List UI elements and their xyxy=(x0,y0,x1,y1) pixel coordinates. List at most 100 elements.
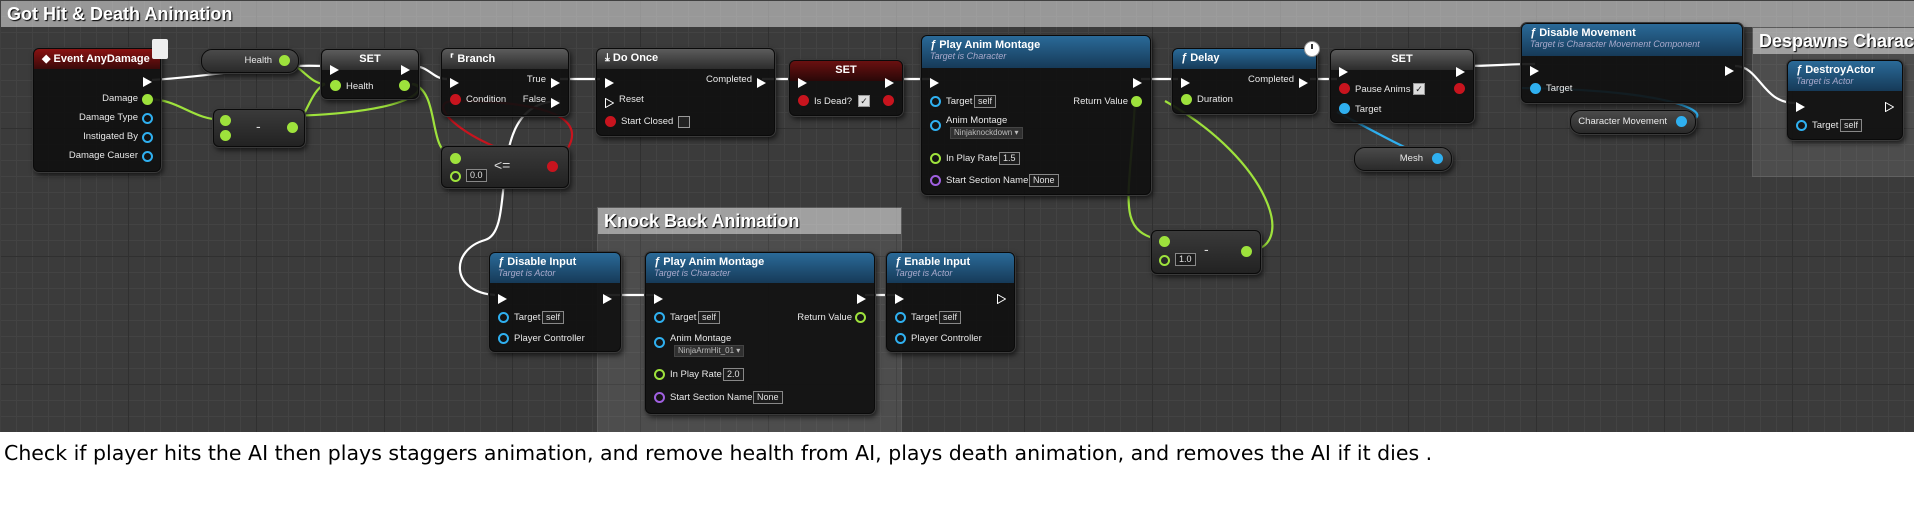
subtract-b-pin[interactable] xyxy=(220,130,231,141)
montage-dropdown[interactable]: Ninjaknockdown ▾ xyxy=(950,127,1023,139)
disable-input-node[interactable]: ƒ Disable Input Target is Actor Target se… xyxy=(489,252,621,352)
do-once-node[interactable]: ⤓ Do Once Completed Reset Start Closed xyxy=(596,48,775,136)
subtract-a-pin[interactable] xyxy=(220,115,231,126)
branch-node[interactable]: ⸢ Branch True Condition False xyxy=(441,48,569,116)
pause-anims-out-pin[interactable] xyxy=(1454,83,1465,94)
damage-pin[interactable] xyxy=(142,94,153,105)
start-closed-checkbox[interactable] xyxy=(678,116,690,128)
lte-out-pin[interactable] xyxy=(547,161,558,172)
mesh-out-pin[interactable] xyxy=(1432,153,1443,164)
character-movement-node[interactable]: Character Movement xyxy=(1570,110,1696,134)
montage-dropdown[interactable]: NinjaArmHit_01 ▾ xyxy=(674,345,745,357)
play-rate-box[interactable]: 2.0 xyxy=(723,368,744,381)
disable-movement-node[interactable]: ƒ Disable Movement Target is Character Mo… xyxy=(1521,23,1743,103)
pause-anims-checkbox[interactable]: ✓ xyxy=(1413,83,1425,95)
set-pause-anims-node[interactable]: SET Pause Anims ✓ Target xyxy=(1330,49,1474,123)
target-self-box[interactable]: self xyxy=(1840,119,1863,132)
completed-exec-pin[interactable] xyxy=(757,75,766,88)
play-montage-knockback-node[interactable]: ƒ Play Anim Montage Target is Character T… xyxy=(645,252,875,414)
subtract-b-pin[interactable] xyxy=(1159,255,1170,266)
exec-in-pin[interactable] xyxy=(654,291,663,304)
duration-pin[interactable] xyxy=(1181,94,1192,105)
start-section-box[interactable]: None xyxy=(1029,174,1059,187)
event-any-damage-node[interactable]: ◆ Event AnyDamage Damage Damage Type Ins… xyxy=(33,39,168,172)
target-pin[interactable] xyxy=(930,96,941,107)
exec-out-pin[interactable] xyxy=(885,75,894,88)
subtract-out-pin[interactable] xyxy=(1241,246,1252,257)
character-movement-out-pin[interactable] xyxy=(1676,116,1687,127)
play-rate-pin[interactable] xyxy=(930,153,941,164)
target-self-box[interactable]: self xyxy=(974,95,997,108)
start-section-box[interactable]: None xyxy=(753,391,783,404)
lte-value-box[interactable]: 0.0 xyxy=(466,169,487,182)
start-closed-pin[interactable] xyxy=(605,116,616,127)
exec-in-pin[interactable] xyxy=(450,75,459,88)
target-self-box[interactable]: self xyxy=(542,311,565,324)
destroy-actor-node[interactable]: ƒ DestroyActor Target is Actor Target sel… xyxy=(1787,60,1903,140)
lte-a-pin[interactable] xyxy=(450,153,461,164)
subtract-node[interactable]: - xyxy=(213,109,305,147)
is-dead-out-pin[interactable] xyxy=(883,95,894,106)
exec-in-pin[interactable] xyxy=(1796,99,1805,112)
set-is-dead-node[interactable]: SET Is Dead? ✓ xyxy=(789,60,903,116)
subtract-one-node[interactable]: 1.0 - xyxy=(1151,230,1261,274)
reset-exec-pin[interactable] xyxy=(605,95,615,109)
exec-out-pin[interactable] xyxy=(1133,75,1142,88)
damage-causer-pin[interactable] xyxy=(142,151,153,162)
play-rate-pin[interactable] xyxy=(654,369,665,380)
mesh-node[interactable]: Mesh xyxy=(1354,147,1452,171)
target-pin[interactable] xyxy=(654,312,665,323)
subtract-value-box[interactable]: 1.0 xyxy=(1175,253,1196,266)
target-pin[interactable] xyxy=(1339,103,1350,114)
play-montage-death-node[interactable]: ƒ Play Anim Montage Target is Character T… xyxy=(921,35,1151,195)
exec-in-pin[interactable] xyxy=(330,62,339,75)
target-pin[interactable] xyxy=(1530,83,1541,94)
exec-out-pin[interactable] xyxy=(1725,63,1734,76)
exec-in-pin[interactable] xyxy=(1339,64,1348,77)
delay-node[interactable]: ƒ Delay Completed Duration xyxy=(1172,41,1320,114)
return-value-pin[interactable] xyxy=(855,312,866,323)
exec-out-pin[interactable] xyxy=(857,291,866,304)
return-value-pin[interactable] xyxy=(1131,96,1142,107)
exec-in-pin[interactable] xyxy=(798,75,807,88)
less-equal-node[interactable]: 0.0 <= xyxy=(441,146,569,188)
health-out-pin[interactable] xyxy=(399,80,410,91)
is-dead-in-pin[interactable] xyxy=(798,95,809,106)
subtract-out-pin[interactable] xyxy=(287,122,298,133)
exec-in-pin[interactable] xyxy=(1181,75,1190,88)
pause-anims-pin[interactable] xyxy=(1339,83,1350,94)
lte-b-pin[interactable] xyxy=(450,171,461,182)
condition-pin[interactable] xyxy=(450,94,461,105)
instigated-by-pin[interactable] xyxy=(142,132,153,143)
target-pin[interactable] xyxy=(1796,120,1807,131)
target-pin[interactable] xyxy=(498,312,509,323)
enable-input-node[interactable]: ƒ Enable Input Target is Actor Target sel… xyxy=(886,252,1015,352)
is-dead-checkbox[interactable]: ✓ xyxy=(858,95,870,107)
player-controller-pin[interactable] xyxy=(895,333,906,344)
exec-in-pin[interactable] xyxy=(605,75,614,88)
exec-out-pin[interactable] xyxy=(1456,64,1465,77)
exec-in-pin[interactable] xyxy=(498,291,507,304)
get-health-node[interactable]: Health xyxy=(201,49,299,73)
anim-montage-pin[interactable] xyxy=(654,337,665,348)
damage-type-pin[interactable] xyxy=(142,113,153,124)
target-self-box[interactable]: self xyxy=(698,311,721,324)
target-pin[interactable] xyxy=(895,312,906,323)
player-controller-pin[interactable] xyxy=(498,333,509,344)
exec-out-pin[interactable] xyxy=(603,291,612,304)
exec-out-pin[interactable] xyxy=(401,62,410,75)
exec-in-pin[interactable] xyxy=(1530,63,1539,76)
play-rate-box[interactable]: 1.5 xyxy=(999,152,1020,165)
anim-montage-pin[interactable] xyxy=(930,120,941,131)
blueprint-graph[interactable]: Got Hit & Death Animation Knock Back Ani… xyxy=(0,0,1914,432)
false-exec-pin[interactable] xyxy=(551,95,560,108)
exec-out-pin[interactable] xyxy=(1885,99,1895,113)
set-health-node[interactable]: SET Health xyxy=(321,49,419,99)
start-section-pin[interactable] xyxy=(654,392,665,403)
exec-in-pin[interactable] xyxy=(895,291,904,304)
health-out-pin[interactable] xyxy=(279,55,290,66)
exec-out-pin[interactable] xyxy=(997,291,1007,305)
target-self-box[interactable]: self xyxy=(939,311,962,324)
completed-exec-pin[interactable] xyxy=(1299,75,1308,88)
true-exec-pin[interactable] xyxy=(551,75,560,88)
